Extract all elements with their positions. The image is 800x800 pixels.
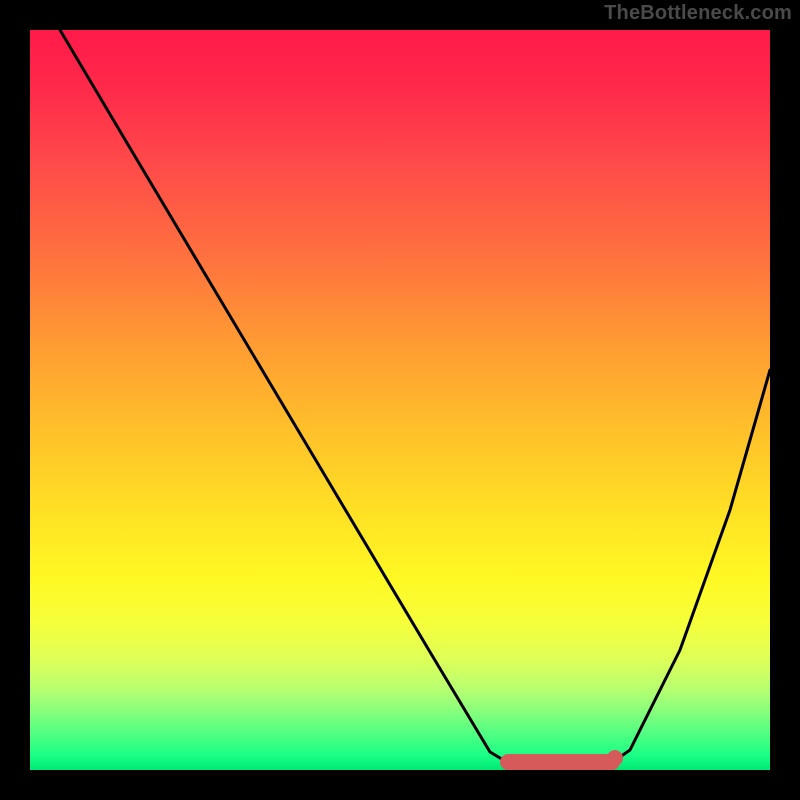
curve-layer [30, 30, 770, 770]
optimal-zone-end-dot [607, 750, 623, 766]
chart-frame: TheBottleneck.com [0, 0, 800, 800]
plot-area [30, 30, 770, 770]
watermark-text: TheBottleneck.com [604, 2, 792, 25]
bottleneck-curve [60, 30, 770, 766]
